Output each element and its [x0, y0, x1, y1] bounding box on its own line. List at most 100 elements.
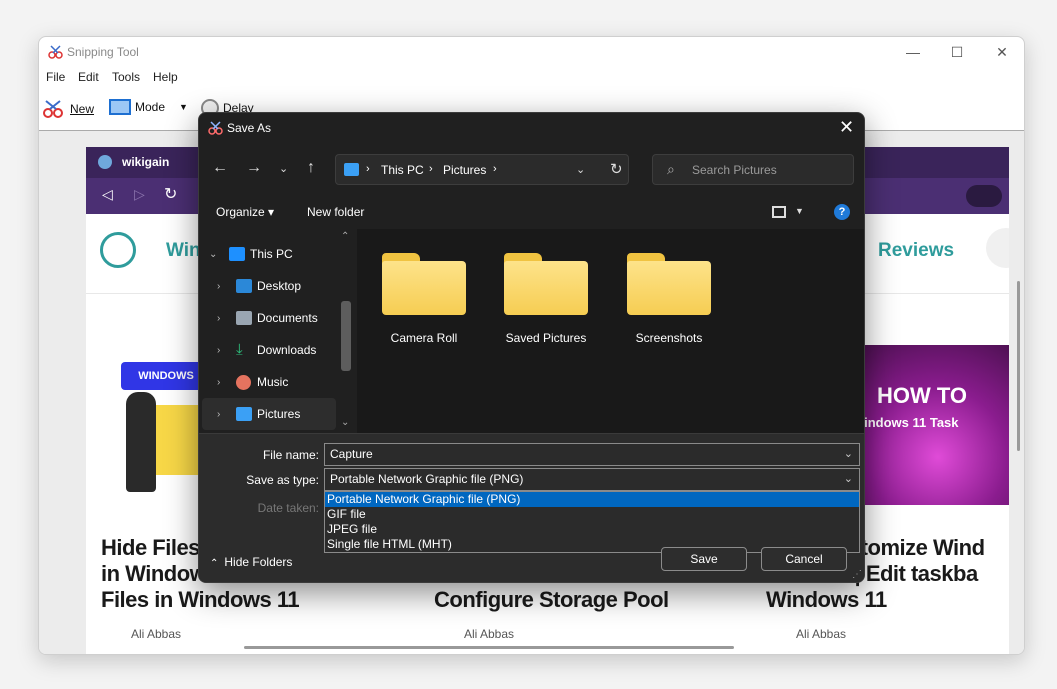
reload-icon[interactable]: ↻ [164, 184, 177, 204]
refresh-icon[interactable]: ↻ [610, 160, 623, 178]
dialog-close-icon[interactable]: ✕ [839, 117, 854, 138]
title-bar: Snipping Tool — ☐ ✕ [39, 37, 1024, 67]
nav-pictures[interactable]: › Pictures [202, 398, 336, 430]
documents-icon [236, 311, 252, 325]
pictures-icon [236, 407, 252, 421]
menu-edit[interactable]: Edit [78, 70, 99, 84]
nav-downloads[interactable]: › ⤓ Downloads [199, 334, 339, 366]
article-title-2[interactable]: Configure Storage Pool [434, 587, 669, 613]
cancel-button[interactable]: Cancel [761, 547, 847, 571]
menu-file[interactable]: File [46, 70, 65, 84]
type-dropdown-list: Portable Network Graphic file (PNG) GIF … [324, 491, 860, 553]
chevron-right-icon: › [217, 344, 221, 356]
scissors-icon [208, 121, 223, 135]
up-arrow-icon[interactable]: ↑ [307, 159, 315, 177]
dialog-title-bar: Save As ✕ [199, 113, 864, 143]
menu-bubble[interactable] [986, 228, 1009, 268]
nav-reviews[interactable]: Reviews [878, 240, 954, 262]
folder-icon [627, 249, 711, 315]
chevron-right-icon: › [217, 408, 221, 420]
search-input[interactable]: ⌕ Search Pictures [652, 154, 854, 185]
type-option[interactable]: Portable Network Graphic file (PNG) [325, 492, 859, 507]
scroll-thumb[interactable] [341, 301, 351, 371]
pictures-icon [344, 163, 359, 176]
back-icon[interactable]: ◁ [102, 186, 113, 203]
person-illustration [126, 392, 156, 492]
file-name-input[interactable]: Capture ⌄ [324, 443, 860, 466]
search-placeholder: Search Pictures [692, 163, 777, 177]
type-option[interactable]: JPEG file [325, 522, 859, 537]
desktop-icon [236, 279, 252, 293]
article-author-3: Ali Abbas [796, 627, 847, 641]
scissors-icon [43, 100, 63, 118]
vertical-scrollbar[interactable] [1017, 281, 1020, 451]
tab-title: wikigain [122, 155, 170, 169]
folder-saved-pictures[interactable]: Saved Pictures [491, 249, 601, 345]
dialog-title: Save As [227, 121, 272, 135]
breadcrumb-this-pc[interactable]: This PC [381, 163, 424, 177]
save-button[interactable]: Save [661, 547, 747, 571]
globe-icon [98, 155, 112, 169]
back-arrow-icon[interactable]: ← [212, 159, 228, 177]
breadcrumb-sep-icon: › [429, 163, 433, 175]
chevron-down-icon: ▼ [179, 102, 188, 112]
menu-help[interactable]: Help [153, 70, 178, 84]
window-title: Snipping Tool [67, 45, 139, 59]
nav-windows[interactable]: Win [166, 240, 201, 262]
expand-chevron-icon: ⌄ [209, 248, 218, 260]
navigation-pane: ⌄ This PC › Desktop › Documents › ⤓ Down… [199, 229, 355, 433]
resize-grip-icon[interactable]: ⋰ [852, 569, 862, 580]
search-icon: ⌕ [667, 161, 675, 177]
site-logo [100, 232, 136, 268]
article-author-2: Ali Abbas [464, 627, 515, 641]
help-icon[interactable]: ? [834, 204, 850, 220]
folder-icon [382, 249, 466, 315]
nav-scrollbar[interactable]: ⌃ ⌄ [341, 231, 351, 429]
breadcrumb-sep-icon: › [493, 163, 497, 175]
folder-screenshots[interactable]: Screenshots [614, 249, 724, 345]
folder-camera-roll[interactable]: Camera Roll [369, 249, 479, 345]
mode-button[interactable]: Mode ▼ [109, 99, 188, 115]
file-list: Camera Roll Saved Pictures Screenshots [357, 229, 864, 433]
new-folder-button[interactable]: New folder [307, 205, 364, 219]
chevron-down-icon[interactable]: ⌄ [844, 447, 853, 460]
view-icon[interactable] [772, 206, 786, 218]
file-name-label: File name: [262, 448, 319, 462]
close-button[interactable]: ✕ [979, 37, 1024, 67]
nav-music[interactable]: › Music [199, 366, 339, 398]
scroll-up-icon[interactable]: ⌃ [341, 231, 349, 242]
hide-folders-button[interactable]: ⌃ Hide Folders [210, 555, 292, 569]
breadcrumb-pictures[interactable]: Pictures [443, 163, 486, 177]
chevron-down-icon[interactable]: ⌄ [844, 472, 853, 485]
chevron-right-icon: › [217, 376, 221, 388]
mode-label: Mode [135, 100, 166, 114]
profile-icon[interactable] [966, 185, 1002, 207]
chevron-up-icon: ⌃ [210, 558, 219, 569]
save-type-select[interactable]: Portable Network Graphic file (PNG) ⌄ [324, 468, 860, 491]
new-button[interactable]: New [42, 99, 94, 119]
article-author-1: Ali Abbas [131, 627, 182, 641]
mode-icon [109, 99, 131, 115]
recent-chevron-icon[interactable]: ⌄ [279, 162, 288, 175]
nav-this-pc[interactable]: ⌄ This PC [199, 238, 339, 270]
maximize-button[interactable]: ☐ [934, 37, 980, 67]
nav-desktop[interactable]: › Desktop [199, 270, 339, 302]
address-dropdown-icon[interactable]: ⌄ [576, 163, 585, 176]
horizontal-scrollbar[interactable] [244, 646, 734, 649]
chevron-right-icon: › [217, 280, 221, 292]
forward-arrow-icon[interactable]: → [246, 159, 262, 177]
scroll-down-icon[interactable]: ⌄ [341, 417, 349, 428]
view-chevron-icon[interactable]: ▼ [795, 206, 804, 216]
nav-documents[interactable]: › Documents [199, 302, 339, 334]
date-taken-label: Date taken: [257, 501, 319, 515]
howto-title: HOW TO [877, 383, 968, 408]
forward-icon[interactable]: ▷ [134, 186, 145, 203]
organize-button[interactable]: Organize ▾ [216, 205, 274, 219]
minimize-button[interactable]: — [890, 37, 936, 67]
chevron-right-icon: › [217, 312, 221, 324]
monitor-icon [229, 247, 245, 261]
menu-tools[interactable]: Tools [112, 70, 140, 84]
type-option[interactable]: GIF file [325, 507, 859, 522]
menu-bar: File Edit Tools Help [39, 67, 1024, 89]
address-bar[interactable]: › This PC › Pictures › ⌄ ↻ [335, 154, 629, 185]
